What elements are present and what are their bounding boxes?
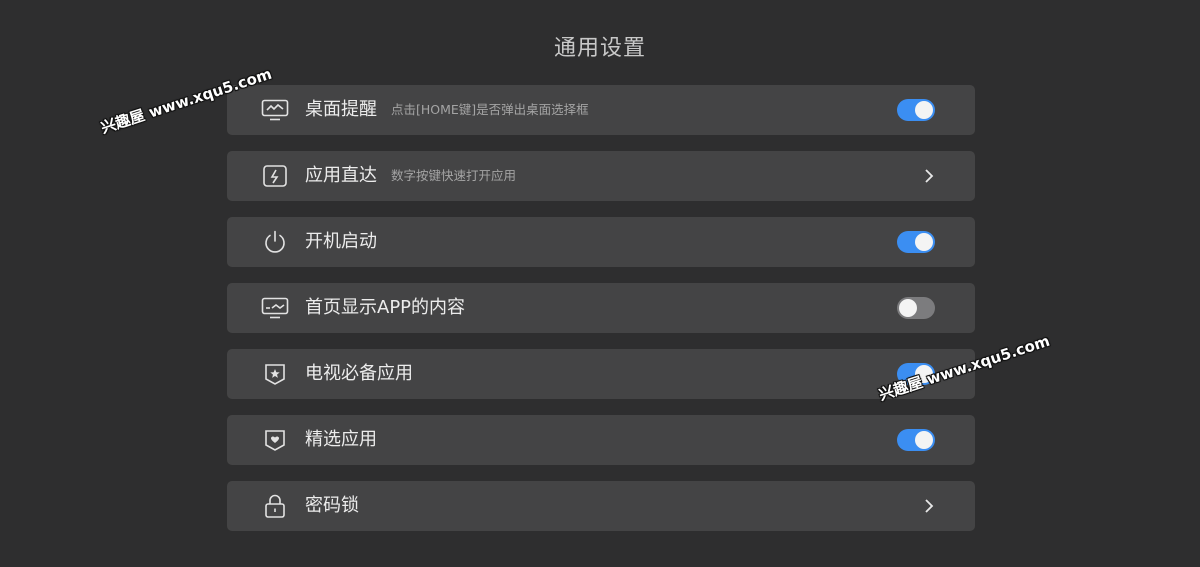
setting-row-app-shortcut[interactable]: 应用直达 数字按键快速打开应用 xyxy=(227,151,975,201)
monitor-icon xyxy=(261,97,289,123)
chevron-right-icon[interactable] xyxy=(923,168,935,184)
toggle-knob xyxy=(915,101,933,119)
lightning-icon xyxy=(261,163,289,189)
star-badge-icon xyxy=(261,361,289,387)
setting-row-desktop-reminder[interactable]: 桌面提醒 点击[HOME键]是否弹出桌面选择框 xyxy=(227,85,975,135)
setting-row-boot-start[interactable]: 开机启动 xyxy=(227,217,975,267)
setting-row-featured-apps[interactable]: 精选应用 xyxy=(227,415,975,465)
setting-row-home-app-content[interactable]: 首页显示APP的内容 xyxy=(227,283,975,333)
setting-label: 应用直达 数字按键快速打开应用 xyxy=(305,165,517,186)
setting-label: 密码锁 xyxy=(305,495,359,516)
setting-description: 数字按键快速打开应用 xyxy=(391,168,517,183)
tv-icon xyxy=(261,295,289,321)
home-app-content-toggle[interactable] xyxy=(897,297,935,319)
toggle-knob xyxy=(915,431,933,449)
toggle-knob xyxy=(915,365,933,383)
setting-label: 电视必备应用 xyxy=(305,363,413,384)
featured-apps-toggle[interactable] xyxy=(897,429,935,451)
setting-label: 开机启动 xyxy=(305,231,377,252)
setting-label: 精选应用 xyxy=(305,429,377,450)
setting-row-tv-essential-apps[interactable]: 电视必备应用 xyxy=(227,349,975,399)
page-title: 通用设置 xyxy=(553,36,646,61)
power-icon xyxy=(261,229,289,255)
chevron-right-icon[interactable] xyxy=(923,498,935,514)
setting-description: 点击[HOME键]是否弹出桌面选择框 xyxy=(391,102,589,117)
setting-label: 桌面提醒 点击[HOME键]是否弹出桌面选择框 xyxy=(305,99,589,120)
lock-icon xyxy=(261,493,289,519)
desktop-reminder-toggle[interactable] xyxy=(897,99,935,121)
toggle-knob xyxy=(915,233,933,251)
tv-essential-apps-toggle[interactable] xyxy=(897,363,935,385)
heart-badge-icon xyxy=(261,427,289,453)
toggle-knob xyxy=(899,299,917,317)
settings-list: 桌面提醒 点击[HOME键]是否弹出桌面选择框 应用直达 数字按键快速打开应用 开机… xyxy=(227,85,975,547)
setting-row-password-lock[interactable]: 密码锁 xyxy=(227,481,975,531)
setting-label: 首页显示APP的内容 xyxy=(305,297,466,318)
boot-start-toggle[interactable] xyxy=(897,231,935,253)
